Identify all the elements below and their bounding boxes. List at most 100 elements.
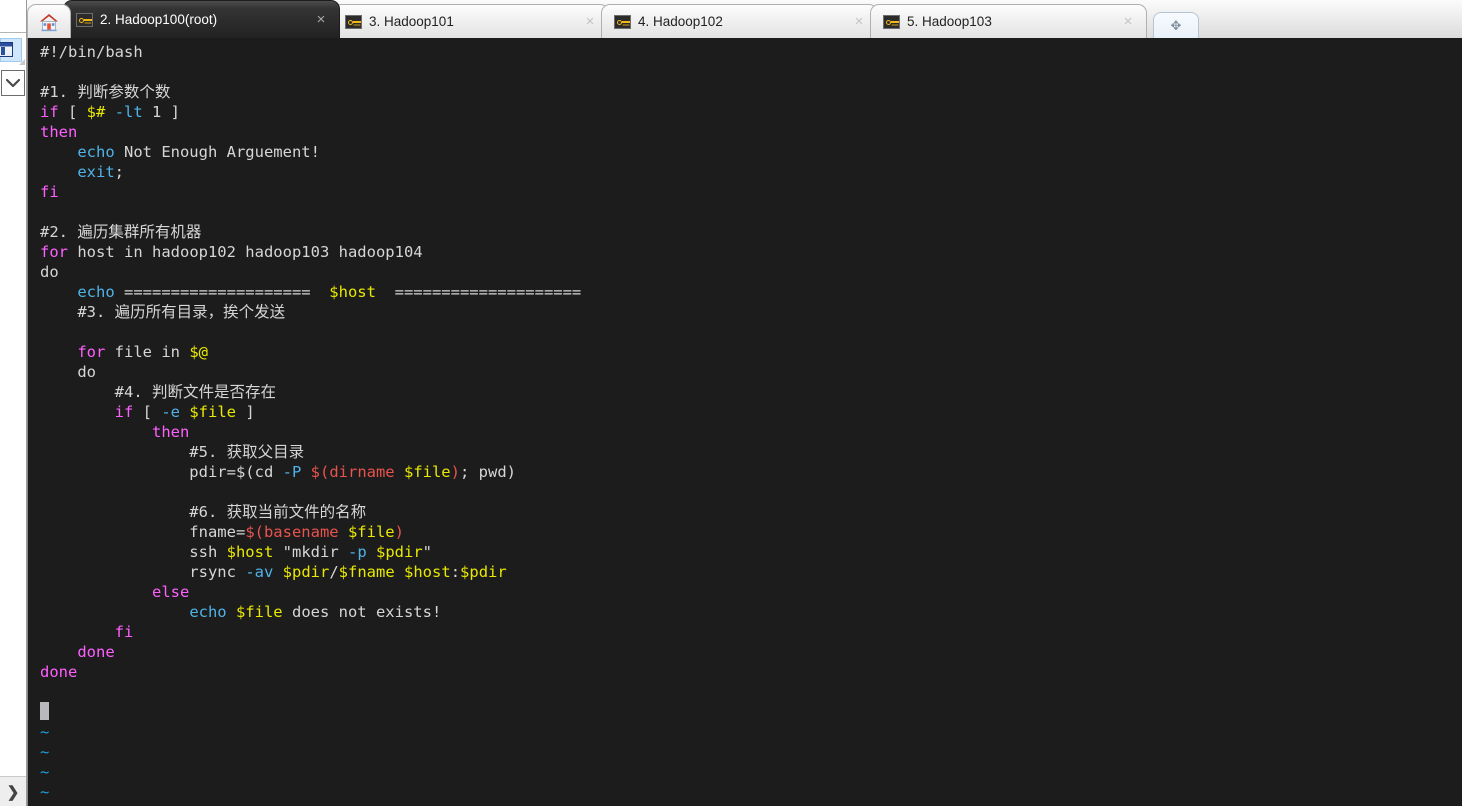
terminal-span: / [329,563,339,581]
terminal-line: #1. 判断参数个数 [40,82,1462,102]
terminal-pane[interactable]: #!/bin/bash #1. 判断参数个数 if [ $# -lt 1 ] the… [34,38,1462,806]
session-panel-header [0,0,26,33]
terminal-span: -lt [114,103,143,121]
terminal-line: #!/bin/bash [40,42,1462,62]
terminal-span [40,423,152,441]
terminal-line: done [40,642,1462,662]
terminal-span: fname= [40,523,246,541]
terminal-line: for file in $@ [40,342,1462,362]
terminal-span: $pdir [376,543,423,561]
terminal-left-border [27,38,34,806]
terminal-line: fname=$(basename $file) [40,522,1462,542]
terminal-line: exit; [40,162,1462,182]
terminal-span: ) [450,463,460,481]
terminal-span [180,403,189,421]
terminal-line: ssh $host "mkdir -p $pdir" [40,542,1462,562]
terminal-span [301,463,310,481]
terminal-tab-hadoop103[interactable]: 5. Hadoop103 × [870,4,1147,38]
terminal-tab-hadoop101[interactable]: 3. Hadoop101 × [332,4,609,38]
vi-filler-line: ~ [40,743,50,761]
terminal-span: #1. 判断参数个数 [40,83,171,101]
tab-label: 4. Hadoop102 [638,14,723,29]
terminal-line: fi [40,182,1462,202]
tab-close-icon[interactable]: × [1120,14,1136,30]
terminal-line: if [ -e $file ] [40,402,1462,422]
terminal-span: if [114,403,134,421]
tab-close-icon[interactable]: × [313,12,329,28]
terminal-span [395,563,404,581]
expand-panel-button[interactable]: ❯ [0,776,26,806]
terminal-span [40,403,115,421]
session-manager-panel: ❯ [0,0,27,806]
new-tab-button[interactable]: ✥ [1153,12,1199,38]
terminal-text-buffer: #!/bin/bash #1. 判断参数个数 if [ $# -lt 1 ] the… [34,38,1462,802]
terminal-span [40,623,115,641]
terminal-span: $(basename [245,523,348,541]
terminal-span: then [151,423,190,441]
tab-label: 3. Hadoop101 [369,14,454,29]
terminal-span: "mkdir [282,543,348,561]
session-dropdown-button[interactable] [1,70,25,96]
terminal-span: " [422,543,433,561]
tab-close-icon[interactable]: × [582,14,598,30]
terminal-line: #6. 获取当前文件的名称 [40,502,1462,522]
vi-filler-line: ~ [40,723,50,741]
terminal-span: $( [235,463,255,481]
terminal-span: $host [226,543,274,561]
terminal-span: do [40,363,96,381]
terminal-span [40,583,152,601]
home-tab[interactable] [27,4,71,38]
key-icon [76,12,93,27]
terminal-span: $file [235,603,283,621]
terminal-span: rsync [40,563,246,581]
terminal-line: pdir=$(cd -P $(dirname $file); pwd) [40,462,1462,482]
terminal-line: rsync -av $pdir/$fname $host:$pdir [40,562,1462,582]
terminal-line: echo ==================== $host ========… [40,282,1462,302]
session-tree-selected-node[interactable] [0,38,22,62]
terminal-span [40,643,77,661]
session-tree[interactable] [0,34,26,67]
terminal-span: ] [236,403,255,421]
tab-bar: 2. Hadoop100(root) × 3. Hadoop101 × 4. H… [27,0,1462,38]
terminal-span [227,603,236,621]
terminal-span: #2. 遍历集群所有机器 [40,223,202,241]
terminal-line: #3. 遍历所有目录，挨个发送 [40,302,1462,322]
terminal-span: $pdir [282,563,330,581]
terminal-line: #2. 遍历集群所有机器 [40,222,1462,242]
terminal-span: done [77,643,115,661]
terminal-span: $file [403,463,451,481]
terminal-line: then [40,422,1462,442]
terminal-span: file in [105,343,190,361]
terminal-span [273,563,282,581]
terminal-span: -P [282,463,302,481]
terminal-span: 1 ] [142,103,181,121]
terminal-span: does not exists! [282,603,442,621]
terminal-span: $(dirname [310,463,404,481]
tab-label: 5. Hadoop103 [907,14,992,29]
tab-close-icon[interactable]: × [851,14,867,30]
terminal-tab-hadoop100[interactable]: 2. Hadoop100(root) × [63,0,340,38]
terminal-span [40,163,77,181]
terminal-line: #4. 判断文件是否存在 [40,382,1462,402]
terminal-span: -e [161,403,180,421]
terminal-span: if [40,103,59,121]
terminal-span: #6. 获取当前文件的名称 [40,503,367,521]
terminal-span: $host [404,563,451,581]
terminal-span: ) [394,523,404,541]
terminal-span: ; pwd) [460,463,516,481]
terminal-span: exit [77,163,115,181]
terminal-span: : [450,563,461,581]
terminal-span: ; [114,163,124,181]
terminal-tab-hadoop102[interactable]: 4. Hadoop102 × [601,4,878,38]
terminal-span: $# [86,103,106,121]
terminal-span [40,343,77,361]
terminal-span [40,143,77,161]
terminal-span: then [40,123,78,141]
terminal-span: host in hadoop102 hadoop103 hadoop104 [68,243,423,261]
terminal-span: echo [77,283,115,301]
terminal-span [273,543,282,561]
